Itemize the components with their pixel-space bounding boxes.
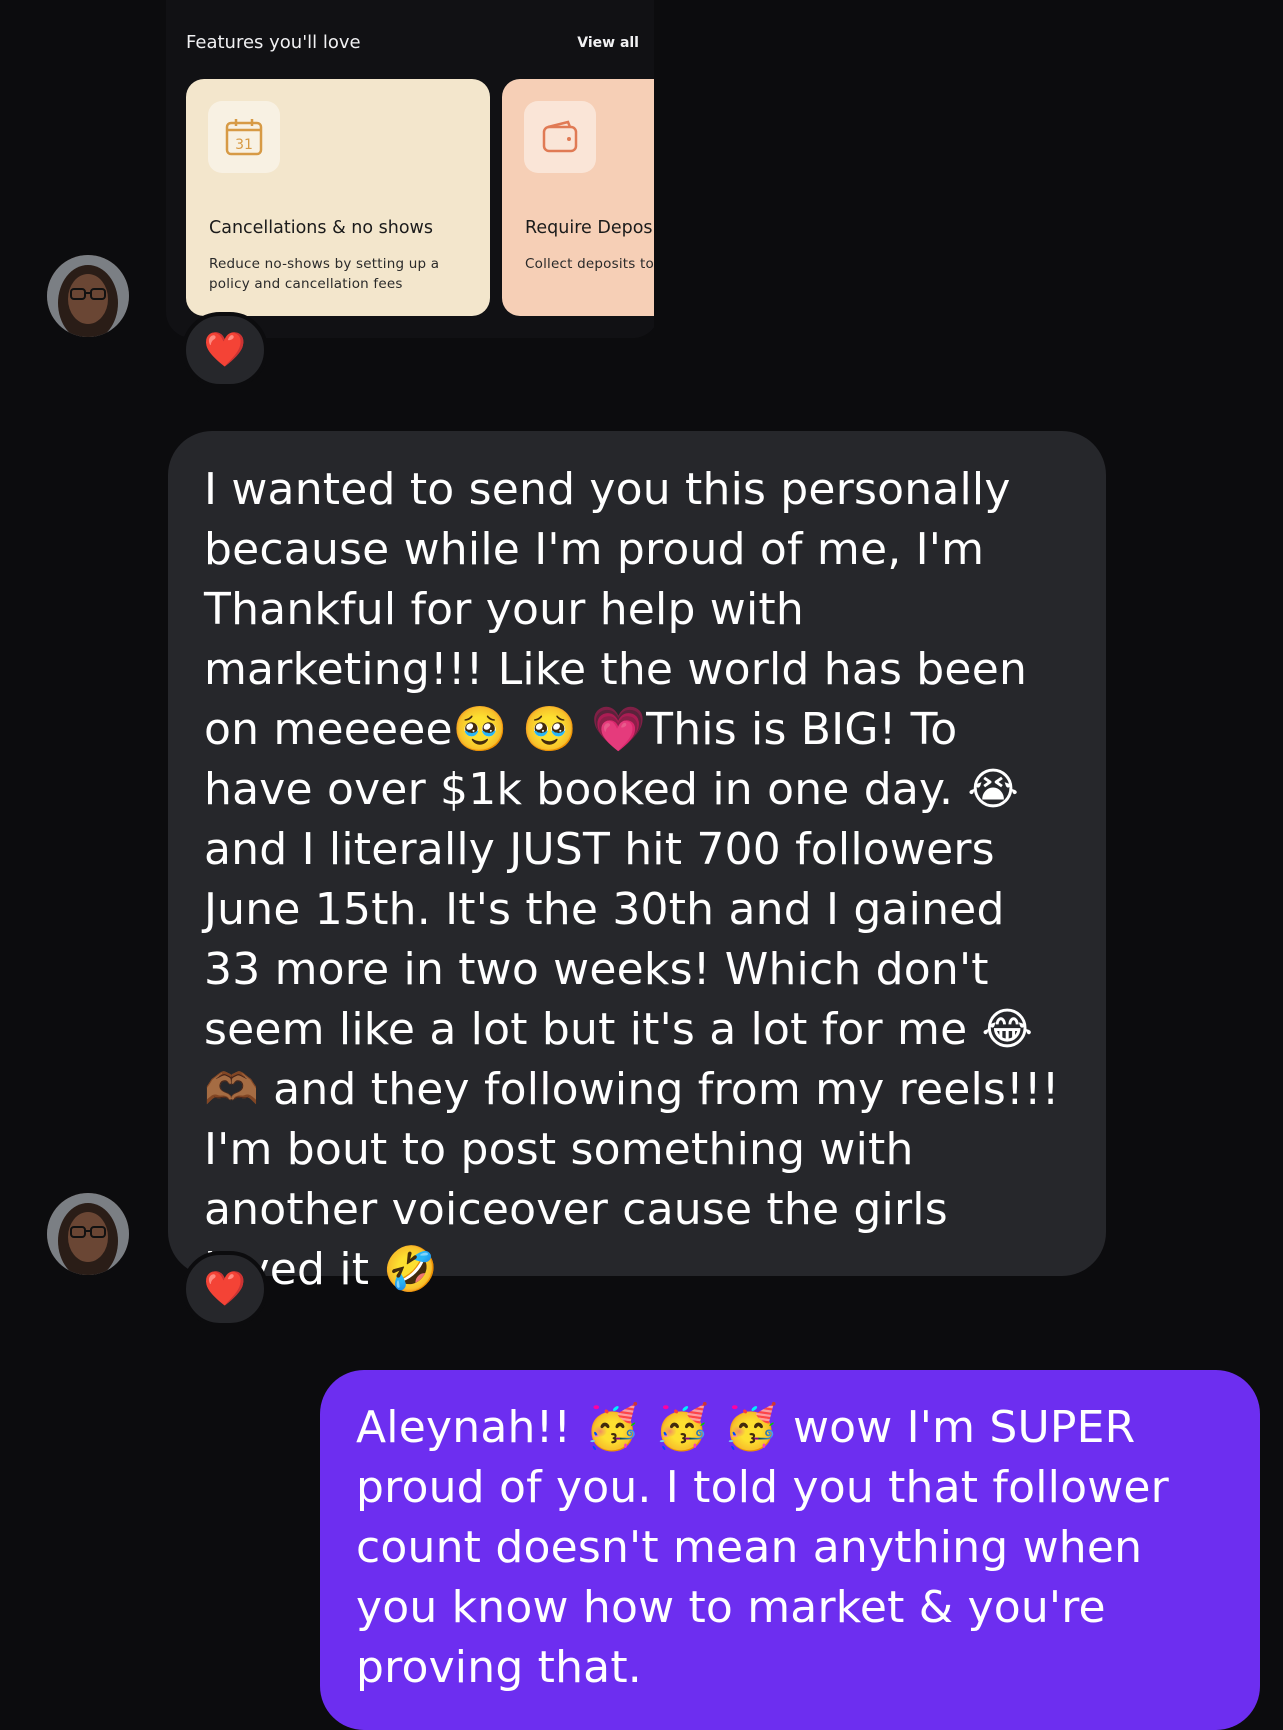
outgoing-message-bubble[interactable]: Aleynah!! 🥳 🥳 🥳 wow I'm SUPER proud of y… xyxy=(320,1370,1260,1730)
feature-card-deposits[interactable]: Require Deposits Collect deposits to re … xyxy=(502,79,659,316)
feature-title: Require Deposits xyxy=(525,218,659,238)
feature-title: Cancellations & no shows xyxy=(209,218,433,238)
heart-icon: ❤️ xyxy=(203,1269,247,1309)
calendar-icon: 31 xyxy=(208,101,280,173)
contact-avatar[interactable] xyxy=(47,255,129,337)
shared-feature-card[interactable]: Features you'll love View all 31 Cancell… xyxy=(166,0,659,338)
feature-description: Collect deposits to re & no-shows xyxy=(525,256,659,272)
card-edge xyxy=(654,0,660,338)
card-title: Features you'll love xyxy=(186,32,361,53)
feature-card-cancellations[interactable]: 31 Cancellations & no shows Reduce no-sh… xyxy=(186,79,490,316)
message-text: I wanted to send you this personally bec… xyxy=(204,464,1060,1295)
heart-icon: ❤️ xyxy=(203,330,247,370)
feature-description: Reduce no-shows by setting up a policy a… xyxy=(209,256,440,292)
heart-reaction[interactable]: ❤️ xyxy=(182,312,268,388)
message-text: Aleynah!! 🥳 🥳 🥳 wow I'm SUPER proud of y… xyxy=(356,1402,1169,1693)
svg-text:31: 31 xyxy=(235,137,253,153)
view-all-link[interactable]: View all xyxy=(577,35,639,51)
heart-reaction[interactable]: ❤️ xyxy=(182,1251,268,1327)
wallet-icon xyxy=(524,101,596,173)
contact-avatar[interactable] xyxy=(47,1193,129,1275)
incoming-message-bubble[interactable]: I wanted to send you this personally bec… xyxy=(168,431,1106,1295)
